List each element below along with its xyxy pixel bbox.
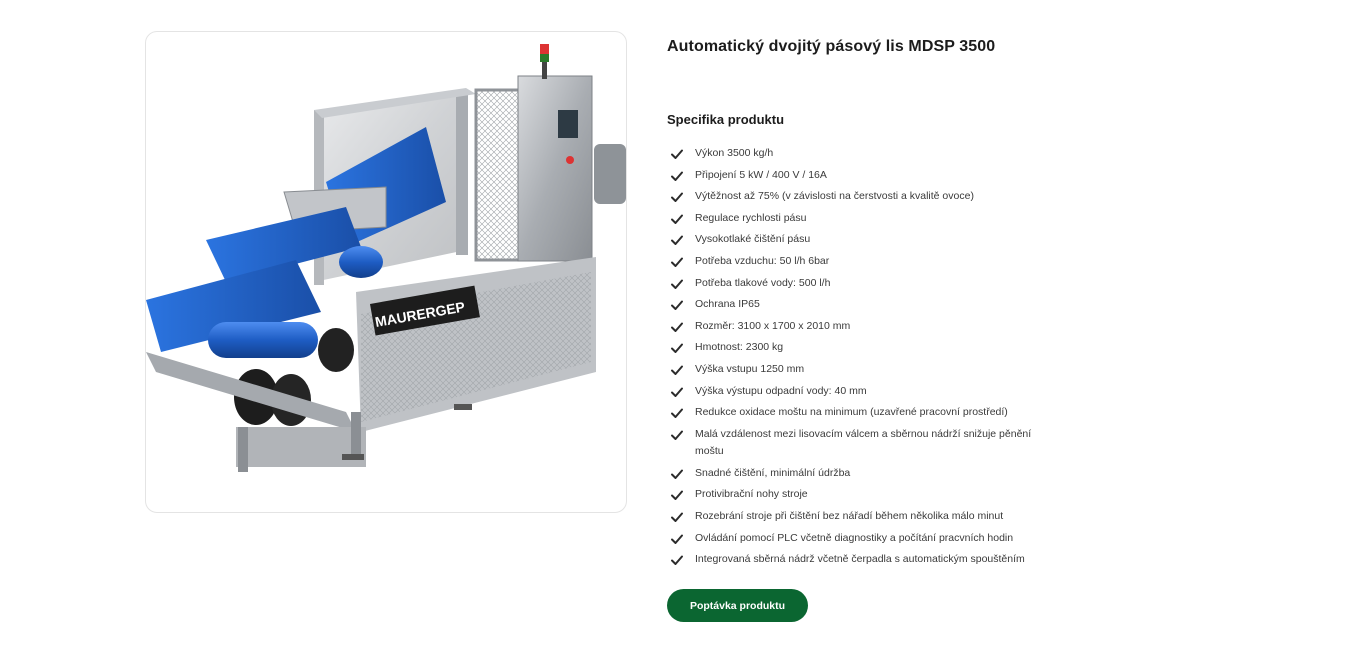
spec-item-text: Malá vzdálenost mezi lisovacím válcem a … [695, 427, 1032, 458]
spec-item: Ochrana IP65 [667, 294, 1047, 316]
spec-item: Připojení 5 kW / 400 V / 16A [667, 165, 1047, 187]
spec-list: Výkon 3500 kg/h Připojení 5 kW / 400 V / … [667, 143, 1047, 571]
spec-item-text: Ovládání pomocí PLC včetně diagnostiky a… [695, 531, 1014, 544]
check-icon [671, 279, 683, 289]
check-icon [671, 322, 683, 332]
check-icon [671, 408, 683, 419]
check-icon [671, 343, 683, 354]
spec-item: Výška výstupu odpadní vody: 40 mm [667, 381, 1047, 403]
product-image[interactable]: MAURERGEP [146, 32, 627, 513]
spec-item: Výška vstupu 1250 mm [667, 359, 1047, 381]
spec-item-text: Výkon 3500 kg/h [695, 147, 774, 159]
check-icon [671, 365, 683, 375]
spec-item-text: Snadné čištění, minimální údržba [695, 466, 851, 479]
spec-heading: Specifika produktu [667, 112, 785, 127]
spec-item: Rozměr: 3100 x 1700 x 2010 mm [667, 316, 1047, 338]
spec-item-text: Výška vstupu 1250 mm [695, 362, 805, 375]
spec-item-text: Výška výstupu odpadní vody: 40 mm [695, 384, 867, 397]
spec-item: Malá vzdálenost mezi lisovacím válcem a … [667, 424, 1047, 463]
spec-item-text: Výtěžnost až 75% (v závislosti na čerstv… [695, 190, 974, 203]
spec-item-text: Integrovaná sběrná nádrž včetně čerpadla… [695, 553, 1025, 566]
spec-item: Protivibrační nohy stroje [667, 484, 1047, 506]
spec-item-text: Vysokotlaké čištění pásu [695, 233, 811, 246]
spec-item: Hmotnost: 2300 kg [667, 337, 1047, 359]
spec-item-text: Potřeba vzduchu: 50 l/h 6bar [695, 254, 830, 267]
check-icon [671, 257, 683, 267]
check-icon [671, 534, 683, 544]
check-icon [671, 555, 683, 566]
check-icon [671, 214, 683, 224]
product-details: Automatický dvojitý pásový lis MDSP 3500… [667, 36, 1047, 571]
check-icon [671, 300, 683, 311]
spec-item: Potřeba tlakové vody: 500 l/h [667, 273, 1047, 295]
spec-item: Výtěžnost až 75% (v závislosti na čerstv… [667, 186, 1047, 208]
check-icon [671, 490, 683, 501]
spec-item: Vysokotlaké čištění pásu [667, 229, 1047, 251]
spec-item: Regulace rychlosti pásu [667, 208, 1047, 230]
check-icon [671, 192, 683, 203]
spec-item: Integrovaná sběrná nádrž včetně čerpadla… [667, 549, 1047, 571]
spec-item: Potřeba vzduchu: 50 l/h 6bar [667, 251, 1047, 273]
spec-item-text: Potřeba tlakové vody: 500 l/h [695, 276, 831, 289]
spec-item-text: Regulace rychlosti pásu [695, 211, 807, 224]
spec-item-text: Rozebrání stroje při čištění bez nářadí … [695, 510, 1004, 522]
check-icon [671, 512, 683, 522]
check-icon [671, 430, 683, 440]
spec-item: Redukce oxidace moštu na minimum (uzavře… [667, 402, 1047, 424]
spec-item: Ovládání pomocí PLC včetně diagnostiky a… [667, 528, 1047, 550]
spec-item: Snadné čištění, minimální údržba [667, 463, 1047, 485]
product-image-card[interactable]: MAURERGEP [145, 31, 627, 513]
product-title: Automatický dvojitý pásový lis MDSP 3500 [667, 38, 996, 55]
spec-item-text: Připojení 5 kW / 400 V / 16A [695, 168, 827, 181]
check-icon [671, 387, 683, 397]
check-icon [671, 149, 683, 159]
spec-item-text: Ochrana IP65 [695, 298, 760, 311]
check-icon [671, 171, 683, 181]
spec-item-text: Hmotnost: 2300 kg [695, 341, 784, 354]
spec-item-text: Redukce oxidace moštu na minimum (uzavře… [695, 406, 1008, 419]
product-inquiry-button[interactable]: Poptávka produktu [667, 589, 808, 622]
spec-item: Výkon 3500 kg/h [667, 143, 1047, 165]
spec-item-text: Rozměr: 3100 x 1700 x 2010 mm [695, 319, 851, 332]
check-icon [671, 235, 683, 246]
check-icon [671, 469, 683, 479]
spec-item: Rozebrání stroje při čištění bez nářadí … [667, 506, 1047, 528]
spec-item-text: Protivibrační nohy stroje [695, 488, 808, 501]
